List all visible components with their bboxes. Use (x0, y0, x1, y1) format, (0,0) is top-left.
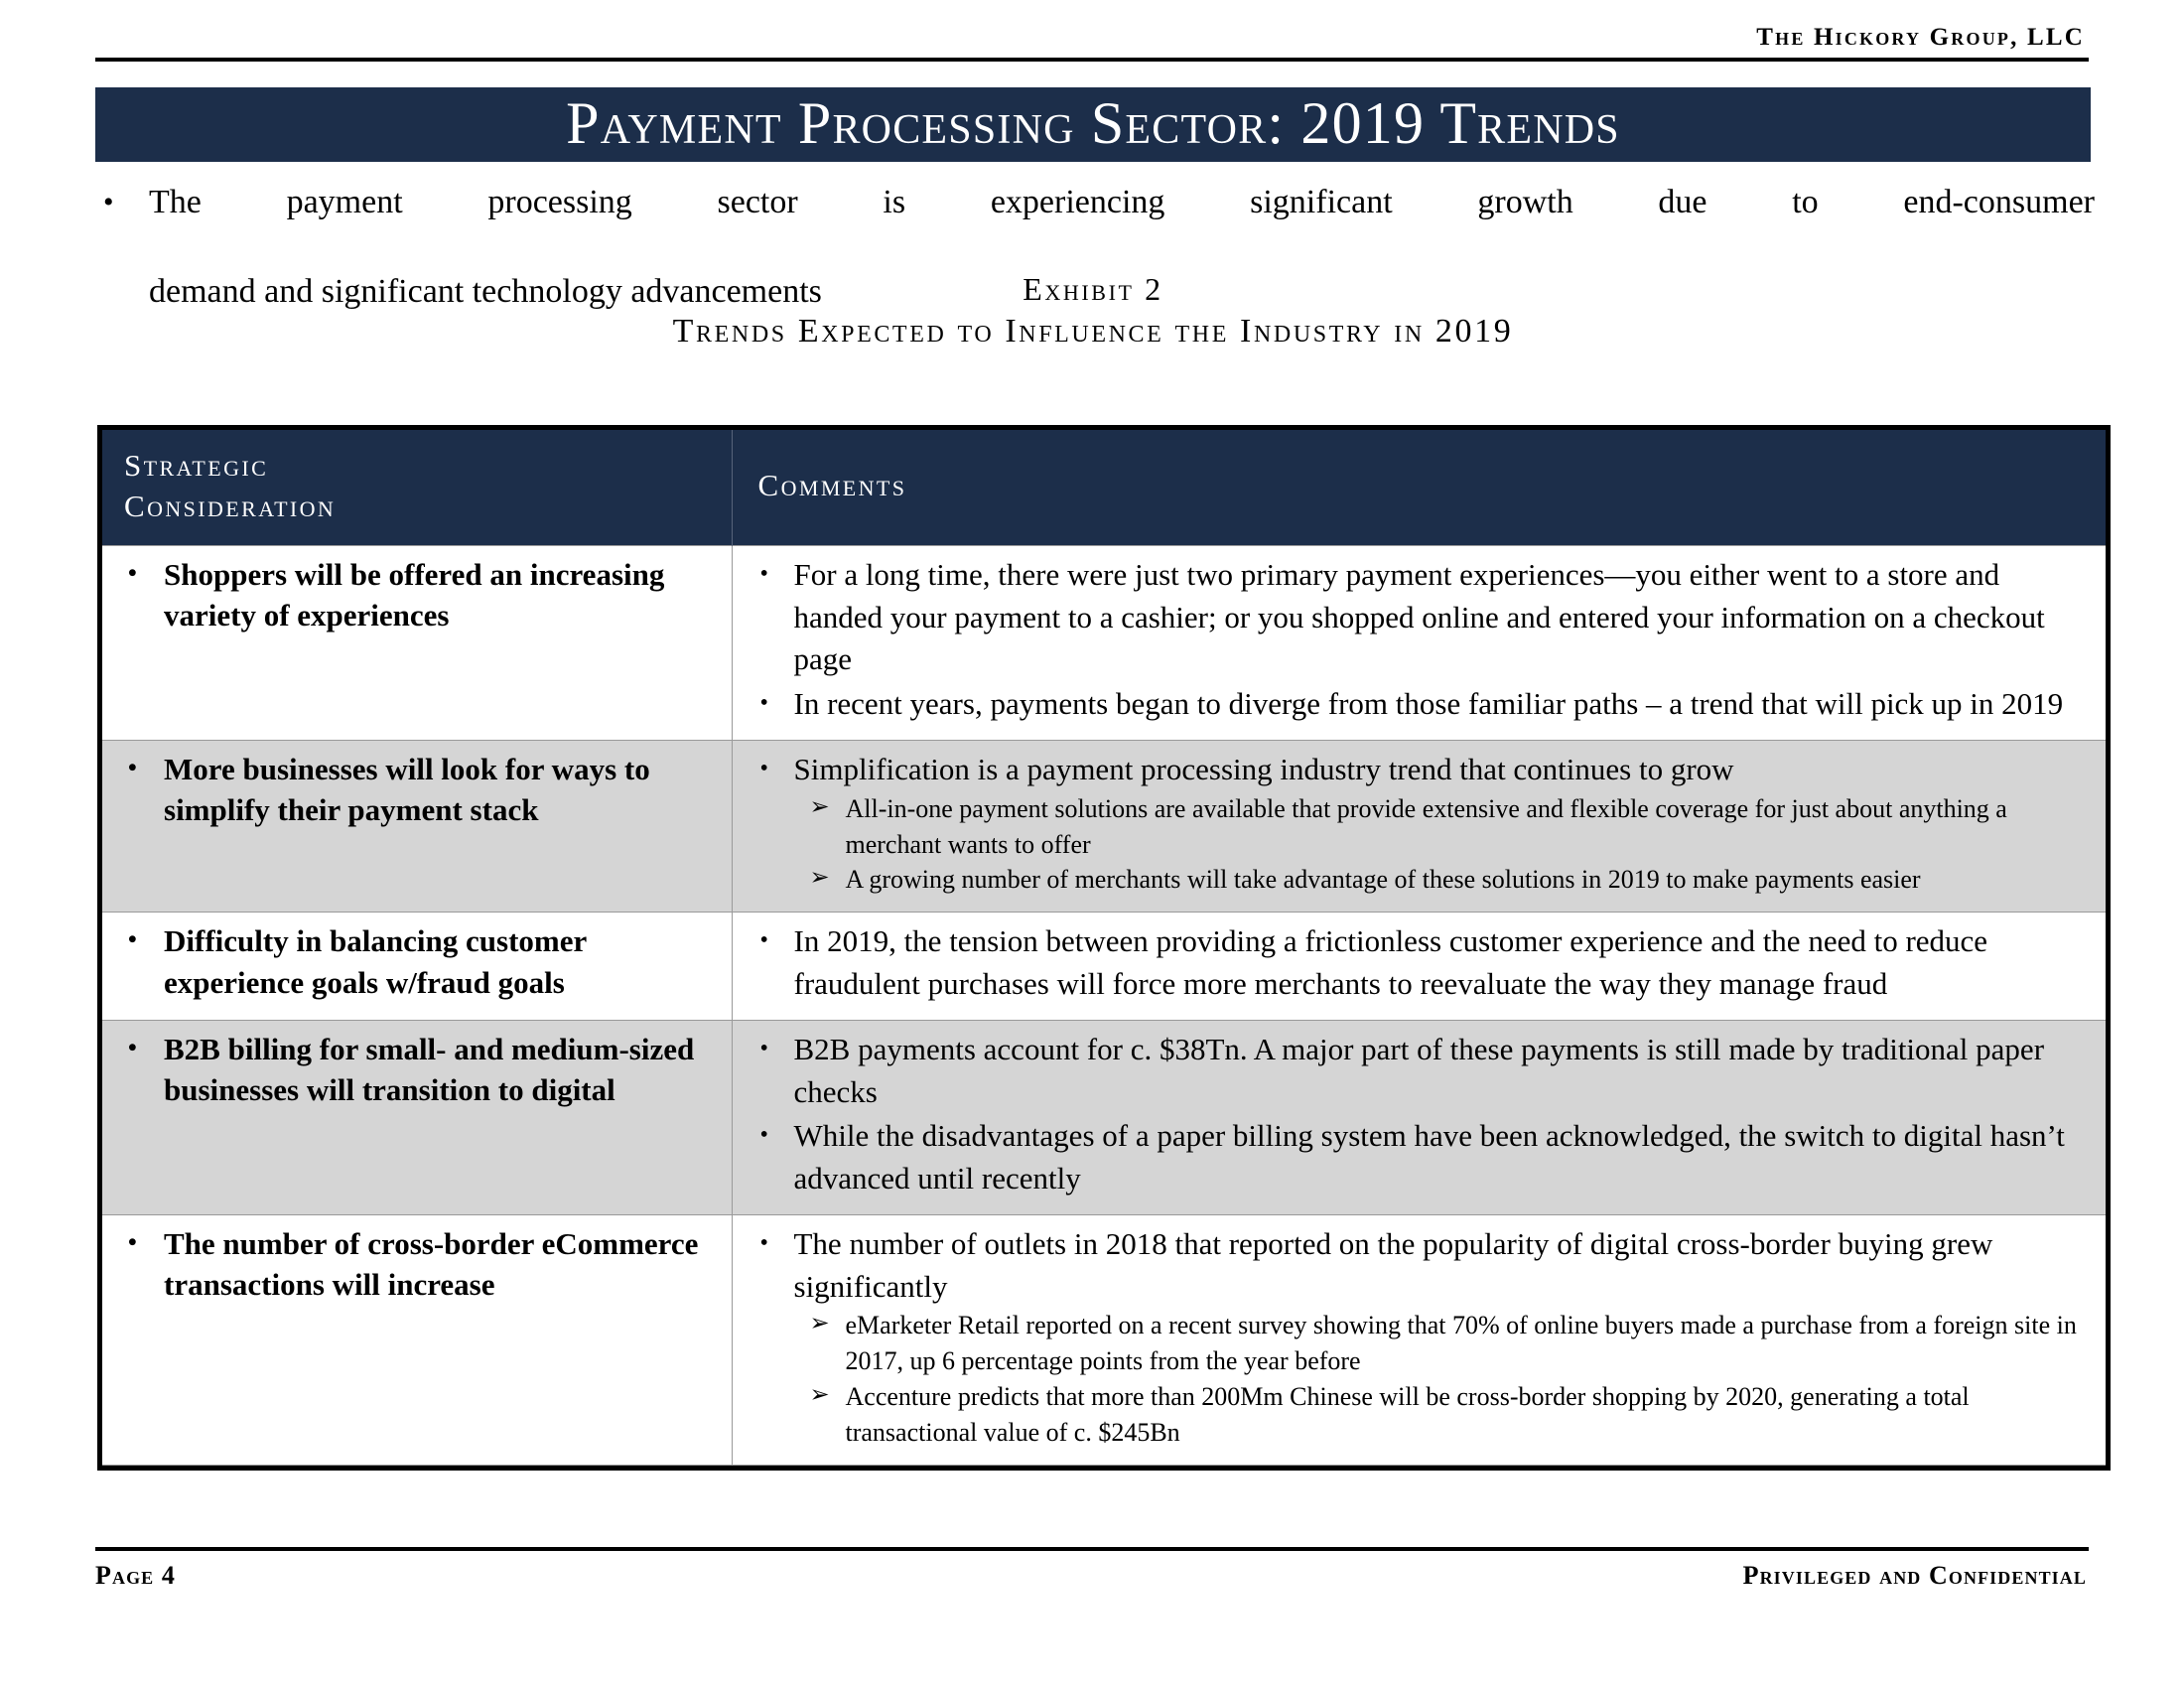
consideration-text: The number of cross-border eCommerce tra… (164, 1225, 699, 1303)
comment-text: While the disadvantages of a paper billi… (793, 1118, 2065, 1196)
bullet-dot-icon: • (759, 1229, 768, 1256)
page-title: Payment Processing Sector: 2019 Trends (566, 89, 1620, 156)
table-header-row: Strategic Consideration Comments (102, 430, 2106, 546)
comment-bullet: • B2B payments account for c. $38Tn. A ma… (747, 1029, 2081, 1114)
bullet-dot-icon: • (759, 1035, 768, 1061)
comment-text: In recent years, payments began to diver… (793, 686, 2064, 722)
consideration-text: B2B billing for small- and medium-sized … (164, 1031, 695, 1108)
comment-sub-bullet: ➢ All-in-one payment solutions are availa… (794, 791, 2081, 863)
document-header: The Hickory Group, LLC (95, 24, 2089, 62)
cell-comments: • B2B payments account for c. $38Tn. A ma… (732, 1019, 2106, 1215)
comment-sub-text: All-in-one payment solutions are availab… (845, 793, 2007, 859)
comment-bullet: • In recent years, payments began to dive… (747, 683, 2081, 726)
header-divider (95, 57, 2089, 62)
bullet-dot-icon: • (103, 186, 114, 218)
table-row: • Shoppers will be offered an increasing … (102, 544, 2106, 741)
trends-table: Strategic Consideration Comments • Shoppe… (97, 425, 2111, 1471)
exhibit-title: Trends Expected to Influence the Industr… (672, 313, 1514, 350)
bullet-dot-icon: • (759, 560, 768, 587)
bullet-dot-icon: • (128, 754, 137, 781)
table-header: Strategic Consideration Comments (102, 430, 2106, 546)
comment-text: The number of outlets in 2018 that repor… (793, 1225, 1993, 1304)
page-title-banner: Payment Processing Sector: 2019 Trends (95, 87, 2091, 162)
page-number: Page 4 (95, 1561, 176, 1590)
comment-sub-text: Accenture predicts that more than 200Mm … (845, 1382, 1970, 1448)
comment-text: Simplification is a payment processing i… (793, 751, 1734, 786)
column-header-strategic-consideration: Strategic Consideration (102, 430, 732, 546)
consideration-bullet: • B2B billing for small- and medium-sized… (110, 1029, 716, 1111)
confidentiality-notice: Privileged and Confidential (1742, 1561, 2087, 1590)
comment-sub-bullet: ➢ Accenture predicts that more than 200Mm… (794, 1379, 2081, 1451)
table-row: • Difficulty in balancing customer experi… (102, 912, 2106, 1021)
table-row: • The number of cross-border eCommerce tr… (102, 1213, 2106, 1466)
comment-sub-bullet: ➢ eMarketer Retail reported on a recent s… (794, 1308, 2081, 1379)
exhibit-number: Exhibit 2 (1023, 271, 1163, 307)
cell-strategic-consideration: • Difficulty in balancing customer experi… (102, 912, 733, 1021)
cell-strategic-consideration: • B2B billing for small- and medium-sized… (102, 1019, 733, 1215)
consideration-bullet: • More businesses will look for ways to s… (110, 749, 716, 831)
cell-comments: • In 2019, the tension between providing … (732, 912, 2106, 1021)
table-row: • More businesses will look for ways to s… (102, 739, 2106, 914)
comment-text: In 2019, the tension between providing a… (793, 923, 1988, 1002)
bullet-dot-icon: • (759, 1122, 768, 1149)
table-body: • Shoppers will be offered an increasing … (102, 544, 2106, 1466)
comment-text: For a long time, there were just two pri… (793, 556, 2045, 677)
arrow-bullet-icon: ➢ (809, 793, 830, 820)
cell-comments: • The number of outlets in 2018 that repo… (732, 1213, 2106, 1466)
table-row: • B2B billing for small- and medium-sized… (102, 1019, 2106, 1215)
comment-sub-bullet: ➢ A growing number of merchants will take… (794, 862, 2081, 898)
bullet-dot-icon: • (128, 926, 137, 954)
document-page: The Hickory Group, LLC Payment Processin… (0, 0, 2184, 1688)
comment-bullet: • The number of outlets in 2018 that repo… (747, 1223, 2081, 1451)
cell-strategic-consideration: • More businesses will look for ways to s… (102, 739, 733, 914)
consideration-text: Shoppers will be offered an increasing v… (164, 556, 665, 633)
arrow-bullet-icon: ➢ (809, 1311, 830, 1337)
cell-comments: • Simplification is a payment processing … (732, 739, 2106, 914)
consideration-text: Difficulty in balancing customer experie… (164, 923, 587, 1000)
cell-comments: • For a long time, there were just two pr… (732, 544, 2106, 741)
comment-bullet: • Simplification is a payment processing … (747, 749, 2081, 898)
comment-text: B2B payments account for c. $38Tn. A maj… (793, 1031, 2045, 1109)
bullet-dot-icon: • (759, 690, 768, 717)
bullet-dot-icon: • (128, 1034, 137, 1061)
column-header-comments: Comments (731, 430, 2106, 546)
bullet-dot-icon: • (128, 559, 137, 587)
consideration-text: More businesses will look for ways to si… (164, 751, 650, 828)
consideration-bullet: • Difficulty in balancing customer experi… (110, 920, 716, 1003)
column-header-line-2: Consideration (124, 488, 337, 523)
arrow-bullet-icon: ➢ (809, 865, 830, 892)
bullet-dot-icon: • (759, 927, 768, 954)
footer-divider (95, 1547, 2089, 1551)
comment-sub-text: A growing number of merchants will take … (845, 865, 1921, 895)
comment-sub-text: eMarketer Retail reported on a recent su… (845, 1311, 2077, 1376)
consideration-bullet: • Shoppers will be offered an increasing … (110, 554, 716, 636)
cell-strategic-consideration: • Shoppers will be offered an increasing … (102, 544, 733, 741)
comment-bullet: • For a long time, there were just two pr… (747, 554, 2081, 681)
comment-bullet: • While the disadvantages of a paper bill… (747, 1115, 2081, 1200)
column-header-line-1: Strategic (124, 448, 269, 483)
comment-bullet: • In 2019, the tension between providing … (747, 920, 2081, 1006)
bullet-dot-icon: • (759, 755, 768, 781)
consideration-bullet: • The number of cross-border eCommerce tr… (110, 1223, 716, 1306)
lead-bullet-line-1: The payment processing sector is experie… (149, 184, 2095, 220)
arrow-bullet-icon: ➢ (809, 1382, 830, 1409)
bullet-dot-icon: • (128, 1228, 137, 1256)
document-footer: Page 4 Privileged and Confidential (95, 1547, 2089, 1591)
cell-strategic-consideration: • The number of cross-border eCommerce tr… (102, 1213, 733, 1466)
company-name: The Hickory Group, LLC (1756, 24, 2085, 51)
